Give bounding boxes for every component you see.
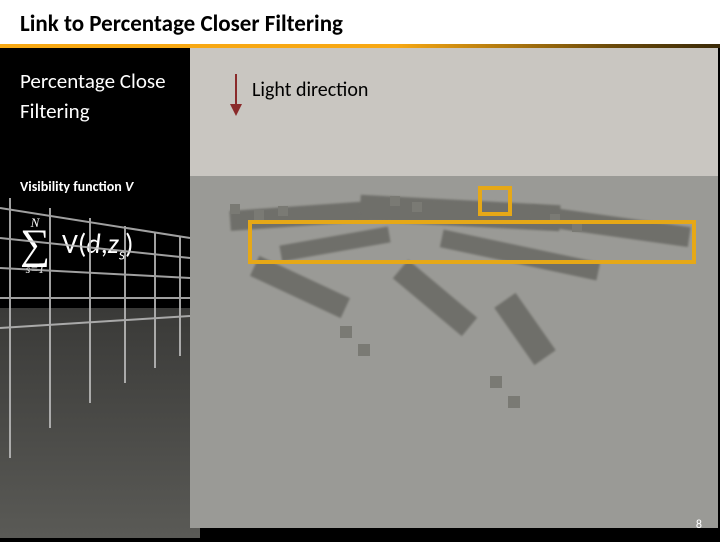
pixel-artifact xyxy=(412,202,422,212)
visibility-function-prefix: Visibility function xyxy=(20,178,125,195)
pixel-artifact xyxy=(278,206,288,216)
shadow-blob xyxy=(250,256,350,318)
pcf-heading-line1: Percentage Close xyxy=(20,68,174,94)
light-direction-label: Light direction xyxy=(252,78,368,102)
page-number: 8 xyxy=(696,518,702,532)
pixel-artifact xyxy=(390,196,400,206)
slide-title-text: Link to Percentage Closer Filtering xyxy=(20,10,343,38)
pixel-artifact xyxy=(508,396,520,408)
pixel-artifact xyxy=(254,210,264,220)
visibility-function-label: Visibility function V xyxy=(20,178,133,195)
pixel-artifact xyxy=(340,326,352,338)
pixel-artifact xyxy=(358,344,370,356)
slide-title: Link to Percentage Closer Filtering xyxy=(0,0,720,44)
pcf-heading: Percentage Close Filtering xyxy=(20,68,174,124)
pixel-artifact xyxy=(490,376,502,388)
bridge-railing xyxy=(0,198,200,458)
pixel-artifact xyxy=(230,204,240,214)
shadow-blob xyxy=(393,260,477,336)
sky-region xyxy=(190,48,718,176)
shadow-render-image xyxy=(190,48,718,528)
pcf-heading-line2: Filtering xyxy=(20,98,174,124)
visibility-function-symbol: V xyxy=(125,178,133,195)
highlight-box-small xyxy=(478,186,512,216)
highlight-box-long xyxy=(248,220,696,264)
shadow-blob xyxy=(494,293,555,365)
slide-body: Light direction Percentage Close Filteri… xyxy=(0,48,720,542)
light-direction-arrow-icon xyxy=(228,72,244,116)
